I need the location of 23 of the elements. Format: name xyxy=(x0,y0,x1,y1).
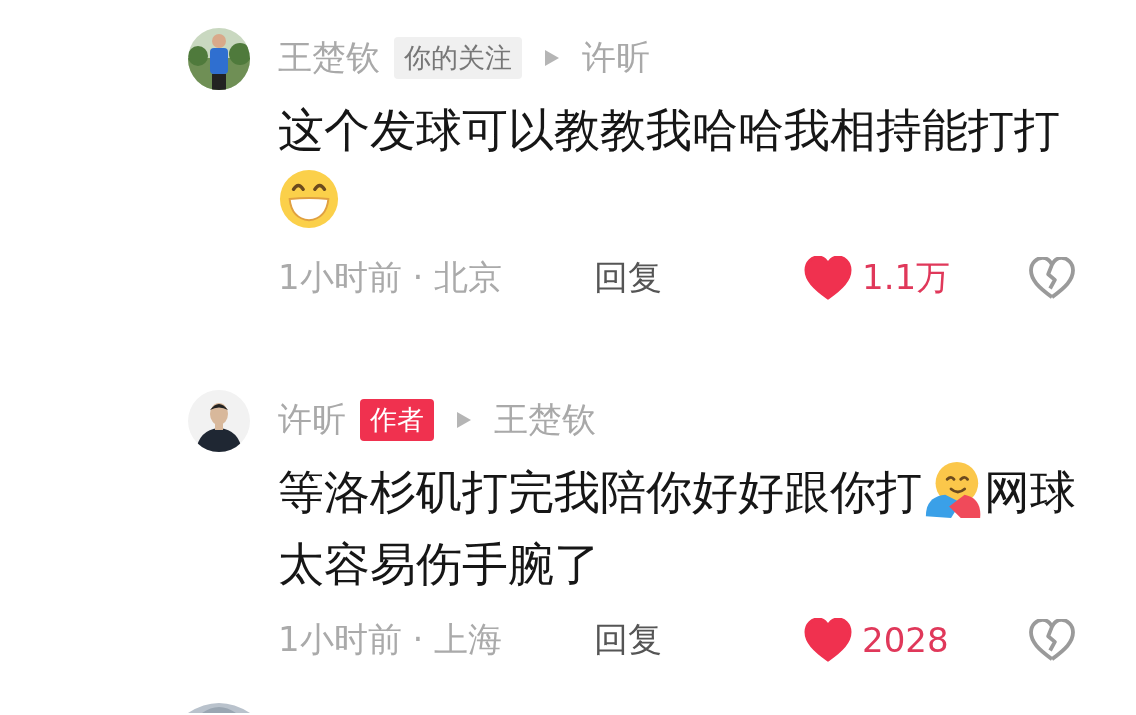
following-badge: 你的关注 xyxy=(394,37,522,79)
grinning-face-icon xyxy=(278,168,340,230)
heart-icon[interactable] xyxy=(804,618,852,662)
author-name[interactable]: 许昕 xyxy=(278,397,346,443)
like-count: 1.1万 xyxy=(862,256,951,299)
reply-to-name[interactable]: 王楚钦 xyxy=(494,397,596,443)
reply-button[interactable]: 回复 xyxy=(594,255,804,301)
heart-icon[interactable] xyxy=(804,256,852,300)
reply-arrow-icon xyxy=(544,49,560,67)
reply-button[interactable]: 回复 xyxy=(594,617,804,663)
broken-heart-icon[interactable] xyxy=(1029,619,1075,661)
comment-text: 这个发球可以教教我哈哈我相持能打打 xyxy=(278,103,1060,157)
comment-text: 太容易伤手腕了 xyxy=(278,537,600,591)
author-badge: 作者 xyxy=(360,399,434,441)
comment-text: 网球 xyxy=(984,465,1076,519)
reply-to-name[interactable]: 许昕 xyxy=(582,35,650,81)
reply-arrow-icon xyxy=(456,411,472,429)
like-count: 2028 xyxy=(862,620,949,660)
time-location: 1小时前 · 北京 xyxy=(278,256,504,299)
comment-text: 等洛杉矶打完我陪你好好跟你打 xyxy=(278,465,922,519)
time-location: 1小时前 · 上海 xyxy=(278,618,504,661)
broken-heart-icon[interactable] xyxy=(1029,257,1075,299)
author-name[interactable]: 王楚钦 xyxy=(278,35,380,81)
